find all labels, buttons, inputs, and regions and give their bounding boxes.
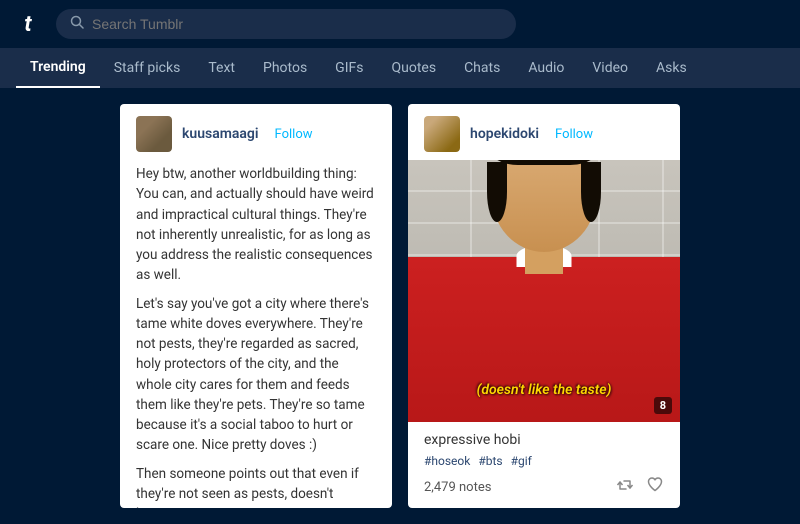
post-card-kuusamaagi: kuusamaagi Follow Hey btw, another world… [120, 104, 392, 508]
gif-caption: (doesn't like the taste) [467, 375, 622, 402]
post-card-hopekidoki: hopekidoki Follow [408, 104, 680, 508]
follow-button-kuusamaagi[interactable]: Follow [275, 127, 313, 142]
nav-item-audio[interactable]: Audio [514, 48, 578, 88]
post-footer: expressive hobi #hoseok #bts #gif 2,479 … [408, 422, 680, 508]
like-button[interactable] [646, 476, 664, 498]
nav-item-text[interactable]: Text [194, 48, 249, 88]
caption-text: (doesn't like the taste) [477, 382, 612, 398]
nav-item-chats[interactable]: Chats [450, 48, 514, 88]
username-kuusamaagi[interactable]: kuusamaagi [182, 126, 259, 142]
nav-item-video[interactable]: Video [578, 48, 642, 88]
avatar-hopekidoki[interactable] [424, 116, 460, 152]
post-image-container: (doesn't like the taste) 8 [408, 160, 680, 422]
search-icon [70, 15, 84, 33]
post-tags: #hoseok #bts #gif [424, 454, 664, 468]
post-paragraph-1: Hey btw, another worldbuilding thing: Yo… [136, 164, 376, 286]
post-text-content: Hey btw, another worldbuilding thing: Yo… [120, 160, 392, 508]
search-input[interactable] [92, 16, 502, 32]
post-header-hope: hopekidoki Follow [408, 104, 680, 160]
tag-hoseok[interactable]: #hoseok [424, 454, 470, 468]
post-title: expressive hobi [424, 432, 664, 448]
nav-item-asks[interactable]: Asks [642, 48, 701, 88]
gif-badge: 8 [654, 397, 672, 414]
nav-item-photos[interactable]: Photos [249, 48, 321, 88]
post-paragraph-3: Then someone points out that even if the… [136, 464, 376, 509]
nav-item-quotes[interactable]: Quotes [377, 48, 450, 88]
tag-bts[interactable]: #bts [478, 454, 502, 468]
post-header: kuusamaagi Follow [120, 104, 392, 160]
avatar-kuusamaagi[interactable] [136, 116, 172, 152]
follow-button-hopekidoki[interactable]: Follow [555, 127, 593, 142]
tumblr-logo[interactable]: t [12, 12, 44, 37]
reblog-button[interactable] [616, 476, 634, 498]
category-nav: Trending Staff picks Text Photos GIFs Qu… [0, 48, 800, 88]
nav-item-trending[interactable]: Trending [16, 48, 100, 88]
notes-count: 2,479 notes [424, 480, 491, 495]
tag-gif[interactable]: #gif [511, 454, 532, 468]
action-buttons [616, 476, 664, 498]
top-bar: t [0, 0, 800, 48]
nav-item-gifs[interactable]: GIFs [321, 48, 377, 88]
post-paragraph-2: Let's say you've got a city where there'… [136, 294, 376, 456]
content-area: kuusamaagi Follow Hey btw, another world… [0, 88, 800, 524]
search-bar[interactable] [56, 9, 516, 39]
username-hopekidoki[interactable]: hopekidoki [470, 126, 539, 142]
nav-item-staff-picks[interactable]: Staff picks [100, 48, 195, 88]
post-actions: 2,479 notes [424, 476, 664, 498]
